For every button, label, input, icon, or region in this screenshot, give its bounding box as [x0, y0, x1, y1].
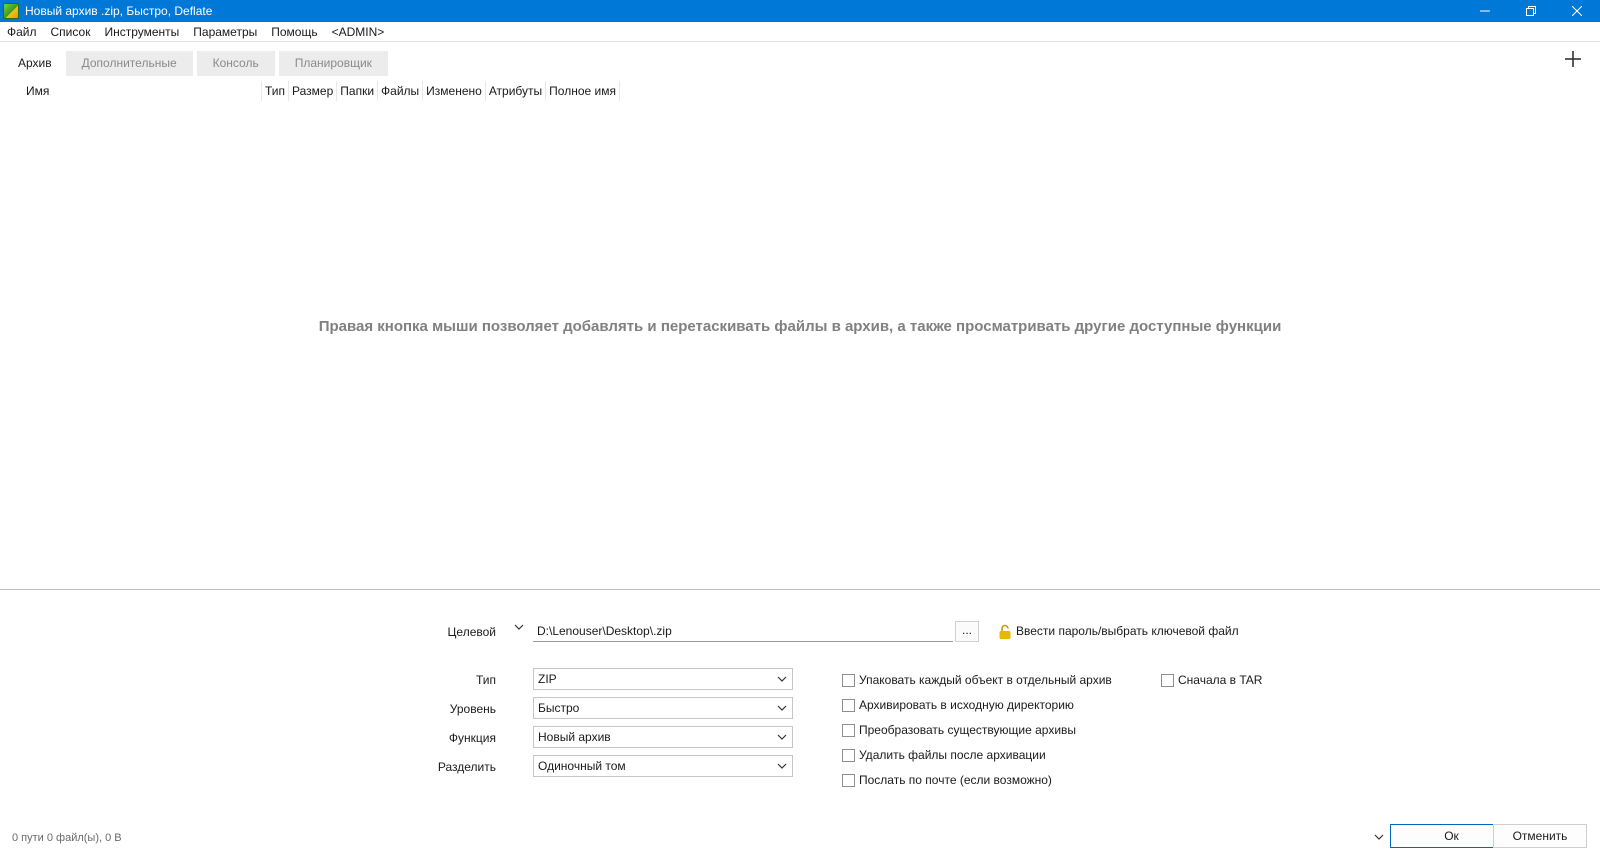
level-select[interactable]: Быстро [533, 697, 793, 719]
menu-list[interactable]: Список [44, 22, 98, 42]
window-title: Новый архив .zip, Быстро, Deflate [25, 4, 213, 18]
split-value: Одиночный том [538, 759, 626, 773]
browse-button[interactable]: ... [955, 621, 979, 642]
level-label: Уровень [449, 702, 496, 716]
menu-tools[interactable]: Инструменты [97, 22, 186, 42]
split-select[interactable]: Одиночный том [533, 755, 793, 777]
checkbox[interactable] [842, 698, 855, 712]
option-label: Архивировать в исходную директорию [859, 698, 1074, 712]
panel-divider[interactable] [0, 589, 1600, 590]
menu-options[interactable]: Параметры [186, 22, 264, 42]
empty-list-hint: Правая кнопка мыши позволяет добавлять и… [318, 318, 1282, 335]
close-icon[interactable] [1554, 0, 1600, 22]
level-value: Быстро [538, 701, 580, 715]
cancel-button[interactable]: Отменить [1493, 824, 1587, 848]
function-label: Функция [448, 731, 496, 745]
target-history-chevron-icon[interactable] [512, 620, 526, 634]
column-files[interactable]: Файлы [378, 81, 424, 101]
column-name[interactable]: Имя [22, 81, 262, 101]
checkbox[interactable] [842, 723, 855, 737]
app-icon [3, 3, 19, 19]
column-full-name[interactable]: Полное имя [546, 81, 620, 101]
chevron-down-icon [777, 763, 787, 769]
checkbox[interactable] [1161, 673, 1174, 687]
target-label: Целевой [447, 625, 496, 639]
column-size[interactable]: Размер [289, 81, 338, 101]
option-convert-archives[interactable]: Преобразовать существующие архивы [842, 723, 1076, 737]
file-list-header: Имя Тип Размер Папки Файлы Изменено Атри… [22, 80, 620, 102]
option-send-mail[interactable]: Послать по почте (если возможно) [842, 773, 1052, 787]
checkbox[interactable] [842, 748, 855, 762]
column-modified[interactable]: Изменено [423, 81, 486, 101]
option-label: Удалить файлы после архивации [859, 748, 1046, 762]
password-link[interactable]: Ввести пароль/выбрать ключевой файл [1016, 624, 1239, 638]
function-value: Новый архив [538, 730, 611, 744]
option-archive-to-source[interactable]: Архивировать в исходную директорию [842, 698, 1074, 712]
option-label: Преобразовать существующие архивы [859, 723, 1077, 737]
chevron-down-icon [777, 705, 787, 711]
split-label: Разделить [437, 760, 496, 774]
status-text: 0 пути 0 файл(ы), 0 B [12, 832, 122, 844]
window-controls [1462, 0, 1600, 22]
minimize-icon[interactable] [1462, 0, 1508, 22]
type-value: ZIP [538, 672, 557, 686]
option-separate-archives[interactable]: Упаковать каждый объект в отдельный архи… [842, 673, 1112, 687]
option-tar-first[interactable]: Сначала в TAR [1161, 673, 1262, 687]
chevron-down-icon [777, 676, 787, 682]
add-tab-icon[interactable] [1562, 48, 1584, 70]
restore-icon[interactable] [1508, 0, 1554, 22]
menu-file[interactable]: Файл [0, 22, 44, 42]
option-label: Сначала в TAR [1178, 673, 1263, 687]
type-label: Тип [475, 673, 496, 687]
chevron-down-icon [777, 734, 787, 740]
type-select[interactable]: ZIP [533, 668, 793, 690]
tab-bar: Архив Дополнительные Консоль Планировщик [8, 51, 392, 76]
tab-console[interactable]: Консоль [196, 51, 275, 76]
function-select[interactable]: Новый архив [533, 726, 793, 748]
menu-bar: Файл Список Инструменты Параметры Помощь… [0, 22, 1600, 42]
menu-admin[interactable]: <ADMIN> [325, 22, 392, 42]
tab-scheduler[interactable]: Планировщик [278, 51, 388, 76]
checkbox[interactable] [842, 773, 855, 787]
option-label: Послать по почте (если возможно) [859, 773, 1052, 787]
checkbox[interactable] [842, 673, 855, 687]
target-path-input[interactable] [533, 620, 953, 642]
column-type[interactable]: Тип [262, 81, 290, 101]
option-label: Упаковать каждый объект в отдельный архи… [859, 673, 1112, 687]
column-folders[interactable]: Папки [337, 81, 379, 101]
title-bar: Новый архив .zip, Быстро, Deflate [0, 0, 1600, 22]
ok-options-chevron-icon[interactable] [1372, 830, 1386, 844]
lock-icon[interactable] [998, 624, 1012, 640]
menu-help[interactable]: Помощь [264, 22, 324, 42]
option-delete-after[interactable]: Удалить файлы после архивации [842, 748, 1046, 762]
column-attributes[interactable]: Атрибуты [486, 81, 547, 101]
tab-advanced[interactable]: Дополнительные [65, 51, 193, 76]
tab-archive[interactable]: Архив [8, 51, 62, 76]
